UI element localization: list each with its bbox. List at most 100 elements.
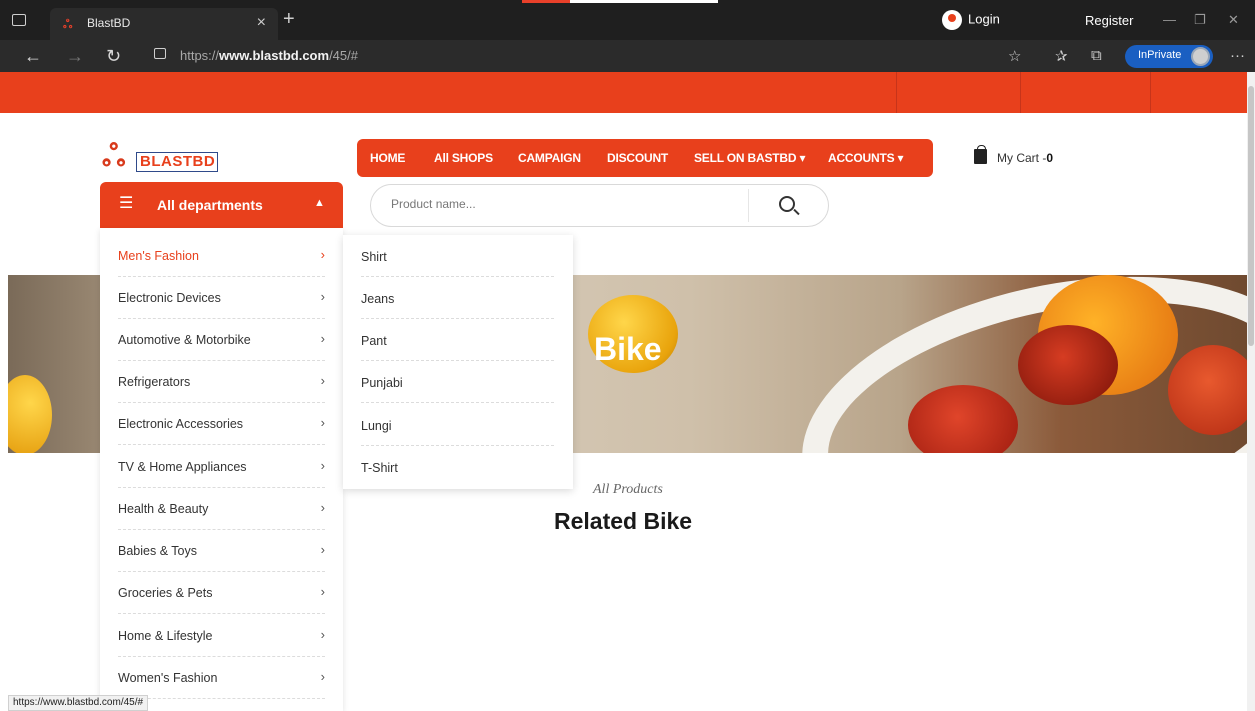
chevron-right-icon: › [320, 331, 325, 346]
site-logo[interactable]: ஃ BLASTBD [102, 138, 220, 178]
category-item-home-lifestyle[interactable]: Home & Lifestyle › [118, 615, 325, 657]
lock-icon [154, 48, 166, 59]
add-favorite-icon[interactable]: ☆ [1008, 47, 1021, 65]
tab-actions-icon[interactable] [12, 14, 26, 26]
url-field[interactable]: https://www.blastbd.com/45/# [144, 44, 1044, 68]
category-label: Refrigerators [118, 375, 191, 389]
category-item-womens-fashion[interactable]: Women's Fashion › [118, 657, 325, 699]
close-window-icon[interactable]: ✕ [1228, 12, 1239, 28]
submenu-item-pant[interactable]: Pant [361, 319, 554, 361]
nav-sell-on-bastbd[interactable]: SELL ON BASTBD ▾ [694, 151, 805, 165]
nav-home[interactable]: HOME [370, 151, 405, 165]
divider [1020, 72, 1021, 113]
profile-avatar [1191, 47, 1210, 66]
category-label: Home & Lifestyle [118, 629, 213, 643]
window-accent-light [570, 0, 718, 3]
shopping-bag-icon [974, 145, 987, 164]
category-label: Health & Beauty [118, 502, 209, 516]
inprivate-button[interactable]: InPrivate [1125, 45, 1213, 68]
search-input[interactable] [391, 197, 731, 211]
banner-lemon-image [8, 375, 52, 453]
submenu-item-shirt[interactable]: Shirt [361, 235, 554, 277]
submenu-label: T-Shirt [361, 461, 398, 475]
category-item-tv-home-appliances[interactable]: TV & Home Appliances › [118, 446, 325, 488]
category-label: Babies & Toys [118, 544, 197, 558]
submenu-item-t-shirt[interactable]: T-Shirt [361, 446, 554, 488]
window-accent [522, 0, 570, 3]
nav-discount[interactable]: DISCOUNT [607, 151, 668, 165]
site-favicon-icon: ஃ [63, 17, 73, 31]
browser-tab[interactable]: ஃ BlastBD × [50, 8, 278, 40]
url-text: https://www.blastbd.com/45/# [180, 48, 358, 63]
list-menu-icon: ☰ [119, 195, 134, 212]
category-label: Men's Fashion [118, 249, 199, 263]
more-menu-icon[interactable]: ··· [1230, 47, 1245, 64]
category-item-electronic-devices[interactable]: Electronic Devices › [118, 277, 325, 319]
login-label: Login [968, 11, 1000, 27]
section-subtitle: All Products [593, 482, 663, 497]
category-item-refrigerators[interactable]: Refrigerators › [118, 361, 325, 403]
category-item-babies-toys[interactable]: Babies & Toys › [118, 530, 325, 572]
cart-count: 0 [1046, 151, 1054, 165]
banner-title: Bike [594, 331, 662, 367]
category-item-health-beauty[interactable]: Health & Beauty › [118, 488, 325, 530]
mens-fashion-submenu: Shirt Jeans Pant Punjabi Lungi T-Shirt [343, 235, 573, 489]
new-tab-icon[interactable]: + [283, 8, 295, 31]
category-label: Electronic Devices [118, 291, 221, 305]
close-tab-icon[interactable]: × [257, 14, 266, 32]
refresh-icon[interactable]: ↻ [106, 46, 121, 67]
logo-text: BLASTBD [140, 153, 216, 170]
back-icon[interactable]: ← [24, 46, 42, 67]
search-box [370, 184, 829, 227]
nav-accounts[interactable]: ACCOUNTS ▾ [828, 151, 904, 165]
inprivate-label: InPrivate [1138, 49, 1182, 61]
category-item-mens-fashion[interactable]: Men's Fashion › [118, 235, 325, 277]
chevron-right-icon: › [320, 458, 325, 473]
chevron-right-icon: › [320, 627, 325, 642]
chevron-right-icon: › [320, 289, 325, 304]
tab-title: BlastBD [87, 16, 131, 30]
chevron-right-icon: › [320, 247, 325, 262]
category-label: Groceries & Pets [118, 586, 213, 600]
all-departments-toggle[interactable]: ☰ All departments ▲ [100, 182, 343, 228]
category-label: TV & Home Appliances [118, 460, 247, 474]
banner-tomato-image [1018, 325, 1118, 405]
divider [896, 72, 897, 113]
search-divider [748, 189, 749, 222]
divider [1150, 72, 1151, 113]
chevron-right-icon: › [320, 373, 325, 388]
nav-campaign[interactable]: CAMPAIGN [518, 151, 581, 165]
main-nav: HOME All SHOPS CAMPAIGN DISCOUNT SELL ON… [357, 139, 933, 177]
minimize-icon[interactable]: — [1163, 12, 1176, 27]
submenu-label: Pant [361, 334, 387, 348]
cart-label: My Cart - [997, 151, 1047, 165]
category-label: Electronic Accessories [118, 417, 244, 431]
forward-icon[interactable]: → [66, 46, 84, 67]
nav-all-shops[interactable]: All SHOPS [434, 151, 493, 165]
favorites-icon[interactable]: ✰ [1055, 47, 1068, 65]
submenu-item-lungi[interactable]: Lungi [361, 404, 554, 446]
collections-icon[interactable]: ⧉ [1091, 47, 1102, 64]
submenu-label: Jeans [361, 292, 395, 306]
cart-link[interactable]: My Cart -0 [974, 145, 1054, 165]
search-icon[interactable] [779, 196, 795, 212]
category-item-automotive-motorbike[interactable]: Automotive & Motorbike › [118, 319, 325, 361]
register-link[interactable]: Register [1085, 13, 1133, 28]
browser-tab-bar: ஃ BlastBD × + — ❐ ✕ [0, 0, 1255, 40]
category-label: Women's Fashion [118, 671, 218, 685]
submenu-item-jeans[interactable]: Jeans [361, 277, 554, 319]
submenu-item-punjabi[interactable]: Punjabi [361, 361, 554, 403]
departments-title: All departments [157, 197, 263, 213]
scrollbar-thumb[interactable] [1248, 86, 1254, 346]
submenu-label: Lungi [361, 419, 392, 433]
restore-icon[interactable]: ❐ [1194, 12, 1206, 28]
page-scrollbar[interactable] [1247, 72, 1255, 711]
logo-knot-icon: ஃ [102, 140, 126, 173]
submenu-label: Punjabi [361, 376, 403, 390]
chevron-right-icon: › [320, 542, 325, 557]
category-item-groceries-pets[interactable]: Groceries & Pets › [118, 572, 325, 614]
login-link[interactable]: Login [942, 10, 1000, 30]
category-item-electronic-accessories[interactable]: Electronic Accessories › [118, 403, 325, 445]
chevron-right-icon: › [320, 500, 325, 515]
section-title: Related Bike [554, 508, 693, 534]
